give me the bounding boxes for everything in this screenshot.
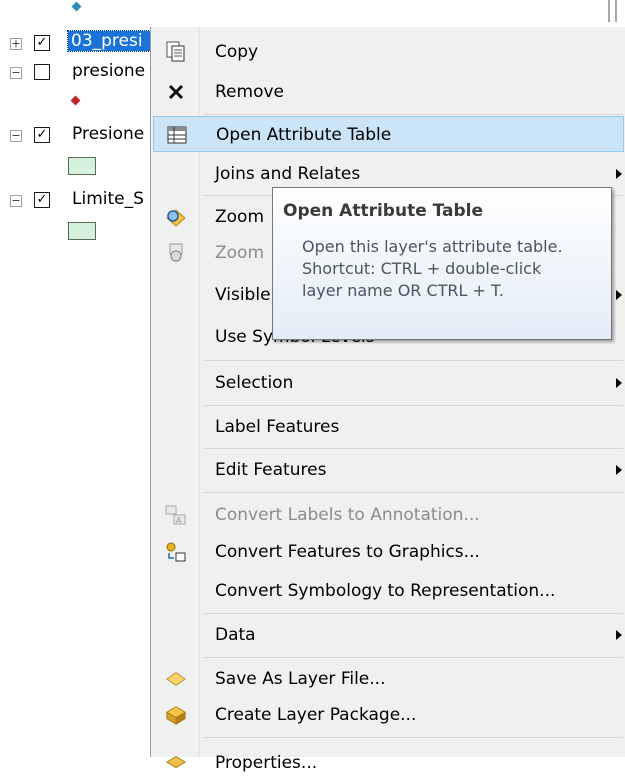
menu-item-label-features[interactable]: Label Features [153, 409, 624, 445]
menu-separator [203, 405, 623, 406]
menu-item-convert-symbology-to-representation[interactable]: Convert Symbology to Representation... [153, 573, 624, 609]
tooltip-body: Open this layer's attribute table. Short… [302, 237, 563, 300]
collapse-icon[interactable]: − [10, 67, 22, 79]
menu-item-label: Remove [215, 82, 284, 102]
collapse-icon[interactable]: − [10, 195, 22, 207]
menu-item-label: Convert Labels to Annotation... [215, 505, 480, 525]
menu-item-properties[interactable]: Properties... [153, 745, 624, 781]
menu-item-label: Edit Features [215, 460, 327, 480]
remove-x-icon [165, 81, 187, 103]
scrollbar-fragment[interactable] [608, 0, 617, 22]
menu-item-label: Save As Layer File... [215, 669, 386, 689]
menu-item-open-attribute-table[interactable]: Open Attribute Table [153, 116, 624, 152]
point-symbol-icon [70, 95, 81, 106]
layer-checkbox[interactable]: ✓ [34, 192, 50, 208]
menu-item-create-layer-package[interactable]: Create Layer Package... [153, 697, 624, 733]
menu-item-label: Copy [215, 42, 259, 62]
tooltip-open-attribute-table: Open Attribute Table Open this layer's a… [272, 187, 612, 340]
menu-item-remove[interactable]: Remove [153, 74, 624, 110]
collapse-icon[interactable]: − [10, 130, 22, 142]
menu-separator [203, 492, 623, 493]
tooltip-title: Open Attribute Table [283, 201, 484, 221]
menu-item-label: Zoom [215, 207, 265, 227]
layer-checkbox[interactable]: ✓ [34, 127, 50, 143]
menu-separator [203, 114, 623, 115]
layer-name-03-presi[interactable]: 03_presi [67, 30, 153, 52]
menu-item-label: Convert Features to Graphics... [215, 542, 480, 562]
menu-item-label: Label Features [215, 417, 340, 437]
menu-item-label: Convert Symbology to Representation... [215, 581, 556, 601]
expand-icon[interactable]: + [10, 38, 22, 50]
convert-labels-icon: A [165, 504, 187, 526]
layer-name-presione-2[interactable]: Presione [72, 124, 144, 144]
attribute-table-icon [166, 124, 188, 146]
menu-item-label: Open Attribute Table [216, 125, 392, 145]
submenu-arrow-icon [616, 465, 622, 475]
menu-item-label: Create Layer Package... [215, 705, 417, 725]
layer-context-menu: Copy Remove Open Attribute Table Joins a… [150, 27, 625, 773]
convert-graphics-icon [165, 541, 187, 563]
menu-separator [203, 360, 623, 361]
submenu-arrow-icon [616, 630, 622, 640]
menu-item-label: Properties... [215, 753, 318, 773]
properties-icon [165, 752, 187, 774]
svg-text:A: A [176, 516, 182, 525]
copy-icon [165, 41, 187, 63]
menu-item-edit-features[interactable]: Edit Features [153, 452, 624, 488]
submenu-arrow-icon [616, 378, 622, 388]
submenu-arrow-icon [616, 290, 622, 300]
menu-item-data[interactable]: Data [153, 617, 624, 653]
layer-checkbox[interactable]: ✓ [34, 35, 50, 51]
submenu-arrow-icon [616, 169, 622, 179]
zoom-visible-icon [165, 242, 187, 264]
polygon-symbol-swatch [68, 222, 96, 240]
layer-file-icon [165, 668, 187, 690]
layer-checkbox[interactable] [34, 64, 50, 80]
menu-separator [203, 737, 623, 738]
polygon-symbol-swatch [68, 157, 96, 175]
layer-package-icon [165, 704, 187, 726]
menu-item-copy[interactable]: Copy [153, 34, 624, 70]
menu-item-convert-labels-to-annotation[interactable]: A Convert Labels to Annotation... [153, 497, 624, 533]
menu-separator [203, 657, 623, 658]
layer-name-presione[interactable]: presione [72, 61, 145, 81]
menu-item-label: Selection [215, 373, 294, 393]
menu-item-label: Data [215, 625, 256, 645]
menu-item-convert-features-to-graphics[interactable]: Convert Features to Graphics... [153, 534, 624, 570]
menu-separator [203, 613, 623, 614]
menu-item-selection[interactable]: Selection [153, 365, 624, 401]
menu-separator [203, 448, 623, 449]
layer-name-limite-s[interactable]: Limite_S [72, 189, 144, 209]
point-symbol-icon [71, 1, 82, 12]
menu-item-save-as-layer-file[interactable]: Save As Layer File... [153, 661, 624, 697]
zoom-to-layer-icon [165, 206, 187, 228]
menu-item-label: Visible [215, 285, 271, 305]
menu-item-label: Zoom [215, 243, 265, 263]
